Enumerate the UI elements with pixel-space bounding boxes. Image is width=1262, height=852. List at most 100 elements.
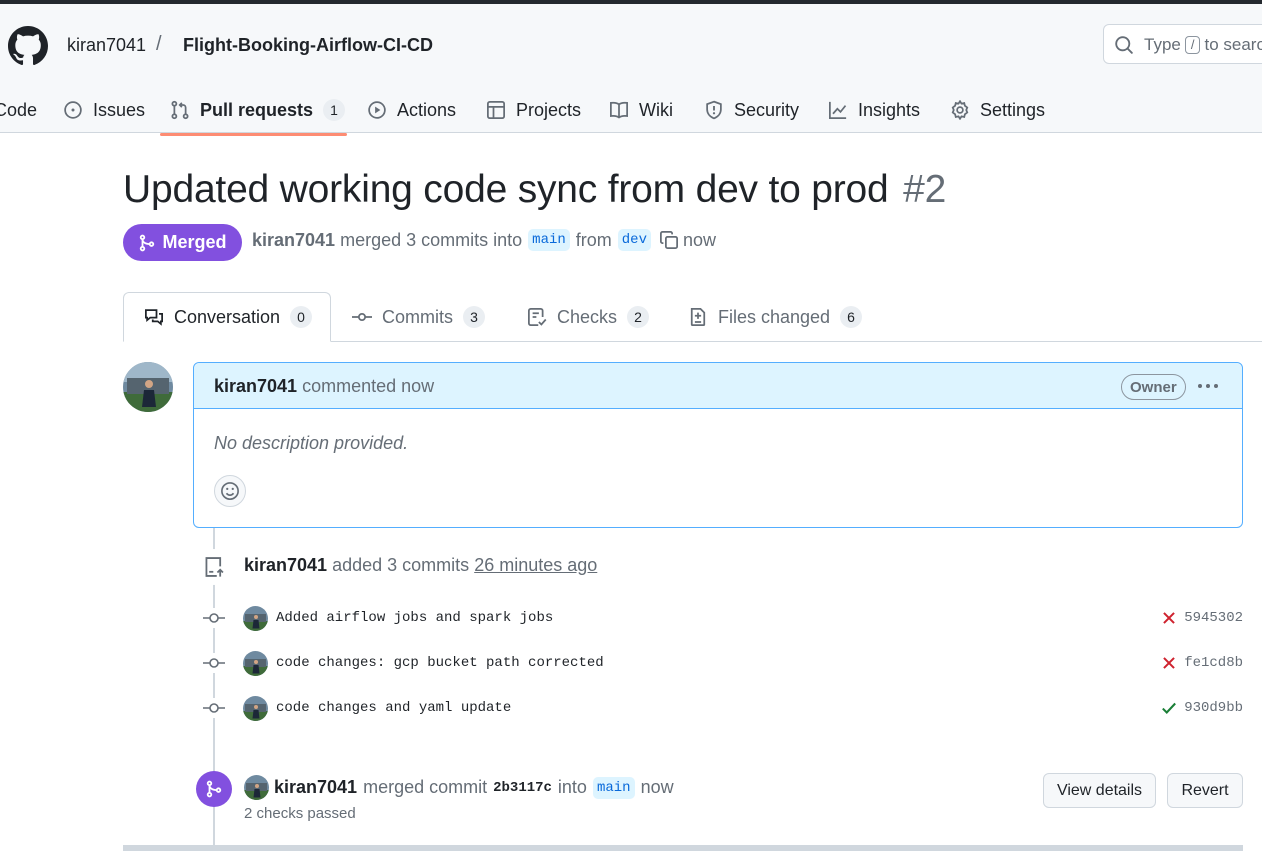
tab-projects-label: Projects — [516, 99, 582, 120]
x-icon[interactable] — [1160, 654, 1178, 672]
tab-checks[interactable]: Checks 2 — [527, 292, 650, 342]
active-tab-underline — [160, 133, 347, 136]
view-details-button[interactable]: View details — [1043, 773, 1156, 808]
checklist-icon — [528, 308, 547, 326]
git-commit-icon — [352, 313, 372, 321]
avatar[interactable] — [243, 650, 268, 676]
tab-wiki[interactable]: Wiki — [609, 90, 673, 130]
bottom-divider — [123, 845, 1243, 851]
commit-message-link[interactable]: Added airflow jobs and spark jobs — [276, 610, 553, 626]
x-icon[interactable] — [1160, 609, 1178, 627]
shield-icon — [706, 100, 722, 120]
comment-body: No description provided. — [214, 433, 409, 453]
merge-sha-link[interactable]: 2b3117c — [493, 780, 552, 796]
tab-files-changed[interactable]: Files changed 6 — [688, 292, 863, 342]
status-badge: Merged — [123, 224, 242, 261]
avatar-image — [123, 362, 173, 412]
search-placeholder: Type/to search — [1144, 35, 1262, 54]
avatar[interactable] — [123, 362, 173, 412]
tab-pull-requests[interactable]: Pull requests 1 — [170, 90, 346, 130]
list-item: code changes and yaml update 930d9bb — [200, 693, 1243, 723]
search-input[interactable]: Type/to search — [1103, 24, 1262, 64]
base-branch[interactable]: main — [528, 229, 570, 251]
checks-count: 2 — [627, 306, 650, 328]
tab-issues-label: Issues — [93, 99, 146, 120]
tab-security[interactable]: Security — [704, 90, 799, 130]
tab-pull-requests-label: Pull requests — [200, 99, 314, 120]
tab-conversation-label: Conversation — [174, 306, 281, 327]
merge-branch[interactable]: main — [592, 776, 635, 799]
add-reaction-button[interactable] — [214, 475, 246, 507]
git-merge-icon — [206, 780, 222, 798]
repo-owner-link[interactable]: kiran7041 — [67, 35, 146, 56]
tab-issues[interactable]: Issues — [63, 90, 145, 130]
merge-event-text: kiran7041 merged commit 2b3117c into mai… — [244, 775, 674, 800]
tab-actions[interactable]: Actions — [367, 90, 456, 130]
graph-icon — [829, 101, 847, 119]
copy-icon[interactable] — [659, 230, 679, 250]
table-icon — [487, 101, 505, 119]
gear-icon — [951, 100, 969, 120]
tab-wiki-label: Wiki — [639, 99, 673, 120]
tab-checks-label: Checks — [557, 306, 618, 327]
merge-author-link[interactable]: kiran7041 — [274, 777, 357, 798]
book-icon — [610, 101, 628, 119]
owner-badge: Owner — [1121, 374, 1186, 400]
status-badge-label: Merged — [162, 232, 227, 252]
commit-message-link[interactable]: code changes and yaml update — [276, 700, 511, 716]
tab-actions-label: Actions — [397, 99, 457, 120]
comment-action: commented now — [302, 376, 435, 396]
github-logo-icon[interactable] — [8, 26, 48, 66]
avatar[interactable] — [244, 775, 269, 800]
search-icon — [1115, 36, 1133, 54]
revert-button[interactable]: Revert — [1167, 773, 1243, 808]
file-diff-icon — [690, 308, 706, 326]
avatar[interactable] — [243, 695, 268, 721]
pull-requests-count: 1 — [323, 99, 346, 121]
from-text: from — [575, 229, 612, 250]
repo-header: kiran7041 / Flight-Booking-Airflow-CI-CD… — [0, 4, 1262, 136]
merged-text: merged 3 commits into — [340, 229, 523, 250]
merge-into-text: into — [557, 777, 587, 797]
tab-conversation[interactable]: Conversation 0 — [123, 292, 331, 342]
tab-settings[interactable]: Settings — [950, 90, 1045, 130]
git-commit-icon — [200, 653, 230, 673]
commit-sha-link[interactable]: fe1cd8b — [1184, 655, 1243, 671]
commits-event-author[interactable]: kiran7041 — [244, 555, 327, 575]
commit-sha-link[interactable]: 930d9bb — [1184, 700, 1243, 716]
kebab-menu-icon[interactable] — [1196, 375, 1220, 397]
checks-passed-text[interactable]: 2 checks passed — [244, 805, 356, 822]
pr-time: now — [683, 229, 717, 250]
search-shortcut-key: / — [1184, 36, 1201, 54]
comment-author-link[interactable]: kiran7041 — [214, 376, 297, 396]
list-item: code changes: gcp bucket path corrected … — [200, 648, 1243, 678]
commit-sha-link[interactable]: 5945302 — [1184, 610, 1243, 626]
tab-code[interactable]: Code — [0, 90, 37, 130]
merge-action: merged commit — [363, 777, 488, 797]
commits-count: 3 — [463, 306, 485, 328]
repo-push-icon — [205, 557, 224, 577]
comment-meta: kiran7041 commented now — [214, 376, 434, 397]
play-icon — [368, 101, 386, 119]
avatar[interactable] — [243, 605, 268, 631]
conversation-count: 0 — [290, 306, 313, 328]
comment-discussion-icon — [145, 309, 163, 326]
pr-meta: kiran7041 merged 3 commits into main fro… — [252, 229, 716, 251]
repo-name-link[interactable]: Flight-Booking-Airflow-CI-CD — [183, 35, 433, 56]
commits-event-time[interactable]: 26 minutes ago — [474, 555, 597, 575]
smiley-icon — [221, 482, 239, 500]
tab-settings-label: Settings — [980, 99, 1046, 120]
tab-code-label: Code — [0, 99, 38, 120]
commit-message-link[interactable]: code changes: gcp bucket path corrected — [276, 655, 604, 671]
pr-number: #2 — [903, 168, 947, 211]
tab-projects[interactable]: Projects — [486, 90, 581, 130]
tab-insights[interactable]: Insights — [828, 90, 920, 130]
tab-commits[interactable]: Commits 3 — [352, 292, 485, 342]
commits-event-text: kiran7041 added 3 commits 26 minutes ago — [244, 555, 597, 576]
head-branch[interactable]: dev — [617, 229, 651, 251]
comment-card: kiran7041 commented now Owner No descrip… — [193, 362, 1243, 528]
pr-author-link[interactable]: kiran7041 — [252, 230, 335, 251]
issue-icon — [64, 101, 82, 119]
check-icon[interactable] — [1160, 699, 1178, 717]
breadcrumb-separator: / — [156, 33, 162, 55]
